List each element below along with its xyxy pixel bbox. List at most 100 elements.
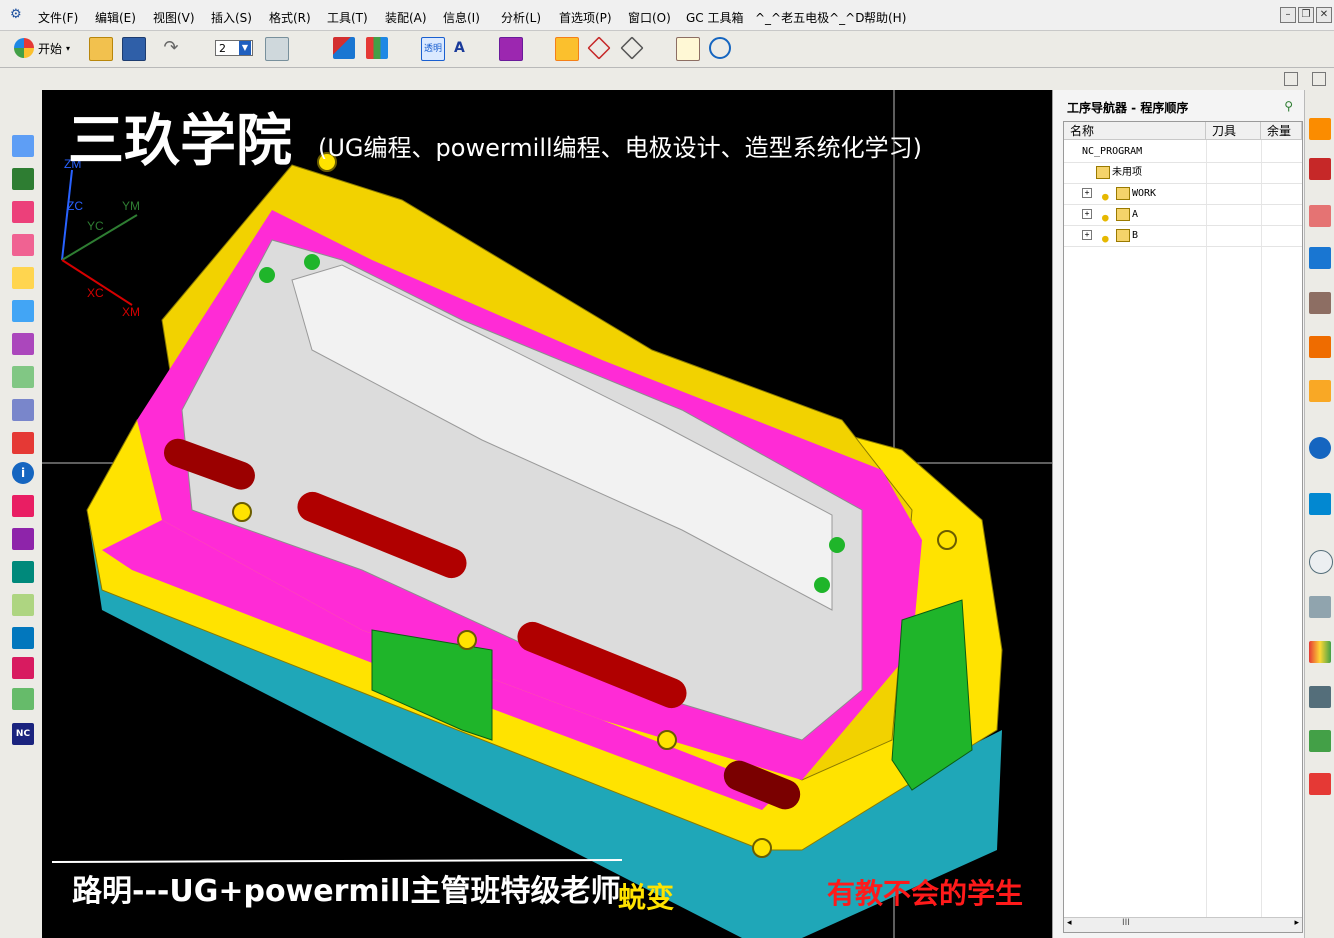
reuse-library-icon[interactable] (1309, 336, 1331, 358)
translucency-icon[interactable]: 透明 (421, 37, 445, 61)
clipboard-icon[interactable] (676, 37, 700, 61)
mesh-icon[interactable] (12, 561, 34, 583)
assembly-icon[interactable] (12, 627, 34, 649)
mold-model: ZM ZC YM YC XC XM (42, 90, 1052, 938)
close-button[interactable]: ✕ (1316, 7, 1332, 23)
curve-icon[interactable] (12, 495, 34, 517)
menu-tools[interactable]: 工具(T) (327, 9, 368, 26)
info-icon[interactable]: i (12, 462, 34, 484)
paint-icon[interactable] (12, 432, 34, 454)
menu-information[interactable]: 信息(I) (443, 9, 480, 26)
nx-app-icon[interactable]: ⚙ (10, 7, 22, 22)
color-palette-icon[interactable] (1309, 641, 1331, 663)
menu-file[interactable]: 文件(F) (38, 9, 78, 26)
scroll-right-icon[interactable]: ▸ (1294, 918, 1299, 928)
web-browser-icon[interactable] (1309, 493, 1331, 515)
tree-row-label: 未用项 (1112, 167, 1142, 178)
layer-settings-icon[interactable] (265, 37, 289, 61)
machine-tool-icon[interactable] (1309, 292, 1331, 314)
tree-row[interactable]: + ● A (1064, 204, 1302, 226)
menu-gc-toolkit[interactable]: GC 工具箱 (686, 9, 744, 26)
menu-view[interactable]: 视图(V) (153, 9, 195, 26)
minimize-button[interactable]: – (1280, 7, 1296, 23)
column-divider (1261, 140, 1262, 932)
plane-icon[interactable] (12, 594, 34, 616)
program-folder-icon (1116, 208, 1130, 221)
program-folder-icon (1116, 229, 1130, 242)
menu-analysis[interactable]: 分析(L) (501, 9, 541, 26)
layer-select[interactable]: 2 ▼ (215, 40, 253, 56)
scroll-thumb[interactable]: III (1122, 918, 1130, 928)
fill-icon[interactable] (12, 657, 34, 679)
users-icon[interactable] (1309, 730, 1331, 752)
redo-icon[interactable]: ↷ (160, 37, 182, 59)
section-view-icon[interactable] (620, 36, 644, 60)
cylinder-icon[interactable] (12, 688, 34, 710)
column-header-stock[interactable]: 余量 (1261, 122, 1302, 140)
menu-format[interactable]: 格式(R) (269, 9, 311, 26)
menu-preferences[interactable]: 首选项(P) (559, 9, 612, 26)
axis-label-zc: ZC (67, 199, 83, 213)
column-header-name[interactable]: 名称 (1064, 122, 1206, 140)
grid-icon[interactable] (12, 399, 34, 421)
bottom-caption: 路明---UG+powermill主管班特级老师 (72, 874, 621, 909)
roles-icon[interactable] (1309, 686, 1331, 708)
save-icon[interactable] (122, 37, 146, 61)
graphics-viewport[interactable]: ZM ZC YM YC XC XM 三玖学院 (UG编程、powermill编程… (42, 90, 1052, 938)
tree-row[interactable]: 未用项 (1064, 162, 1302, 184)
wireframe-icon[interactable] (587, 36, 611, 60)
green-hole (814, 577, 830, 593)
panel-toggle-icon[interactable] (1312, 72, 1326, 86)
start-button[interactable]: 开始 ▾ (14, 37, 70, 59)
menu-electrode[interactable]: ^_^老五电极^_^D (755, 9, 864, 26)
process-studio-icon[interactable] (1309, 596, 1331, 618)
axis-label-yc: YC (87, 219, 104, 233)
text-style-icon[interactable]: A (454, 37, 476, 59)
clock-icon[interactable] (1309, 550, 1333, 574)
menu-assemblies[interactable]: 装配(A) (385, 9, 427, 26)
scroll-left-icon[interactable]: ◂ (1067, 918, 1072, 928)
part-navigator-icon[interactable] (1309, 205, 1331, 227)
open-folder-icon[interactable] (89, 37, 113, 61)
menu-edit[interactable]: 编辑(E) (95, 9, 136, 26)
tree-row[interactable]: + ● WORK (1064, 183, 1302, 205)
expand-icon[interactable]: + (1082, 209, 1092, 219)
constraint-navigator-icon[interactable] (1309, 158, 1331, 180)
axis-label-xc: XC (87, 286, 104, 300)
tree-row[interactable]: NC_PROGRAM (1064, 141, 1302, 163)
edit-object-display-icon[interactable] (499, 37, 523, 61)
green-hole (259, 267, 275, 283)
pin-icon[interactable]: ⚲ (1284, 99, 1293, 113)
column-header-tool[interactable]: 刀具 (1206, 122, 1261, 140)
nc-icon[interactable]: NC (12, 723, 34, 745)
horizontal-scrollbar[interactable]: ◂ III ▸ (1064, 917, 1302, 932)
system-scenes-icon[interactable] (1309, 773, 1331, 795)
tree-row[interactable]: + ● B (1064, 225, 1302, 247)
menu-help[interactable]: 帮助(H) (864, 9, 906, 26)
chevron-down-icon: ▾ (66, 43, 71, 53)
layer-stack-icon[interactable] (12, 333, 34, 355)
point-icon[interactable] (12, 366, 34, 388)
sketch-icon[interactable] (12, 201, 34, 223)
assembly-navigator-icon[interactable] (1309, 118, 1331, 140)
fit-view-icon[interactable] (709, 37, 731, 59)
color-display-icon[interactable] (366, 37, 388, 59)
box-icon[interactable] (12, 300, 34, 322)
block-feature-icon[interactable] (12, 135, 34, 157)
panel-toggle-icon[interactable] (1284, 72, 1298, 86)
menu-window[interactable]: 窗口(O) (628, 9, 671, 26)
info-window-icon[interactable] (1309, 437, 1331, 459)
expand-icon[interactable]: + (1082, 230, 1092, 240)
operation-navigator-icon[interactable] (1309, 247, 1331, 269)
brush-icon[interactable] (555, 37, 579, 61)
restore-button[interactable]: ❐ (1298, 7, 1314, 23)
shaded-display-icon[interactable] (333, 37, 355, 59)
extrude-icon[interactable] (12, 234, 34, 256)
history-icon[interactable] (1309, 380, 1331, 402)
surface-icon[interactable] (12, 528, 34, 550)
menu-insert[interactable]: 插入(S) (211, 9, 252, 26)
datum-icon[interactable] (12, 267, 34, 289)
boolean-icon[interactable] (12, 168, 34, 190)
operation-navigator: 工序导航器 - 程序顺序 ⚲ 名称 刀具 余量 NC_PROGRAM 未用项 + ● W… (1052, 90, 1305, 938)
expand-icon[interactable]: + (1082, 188, 1092, 198)
